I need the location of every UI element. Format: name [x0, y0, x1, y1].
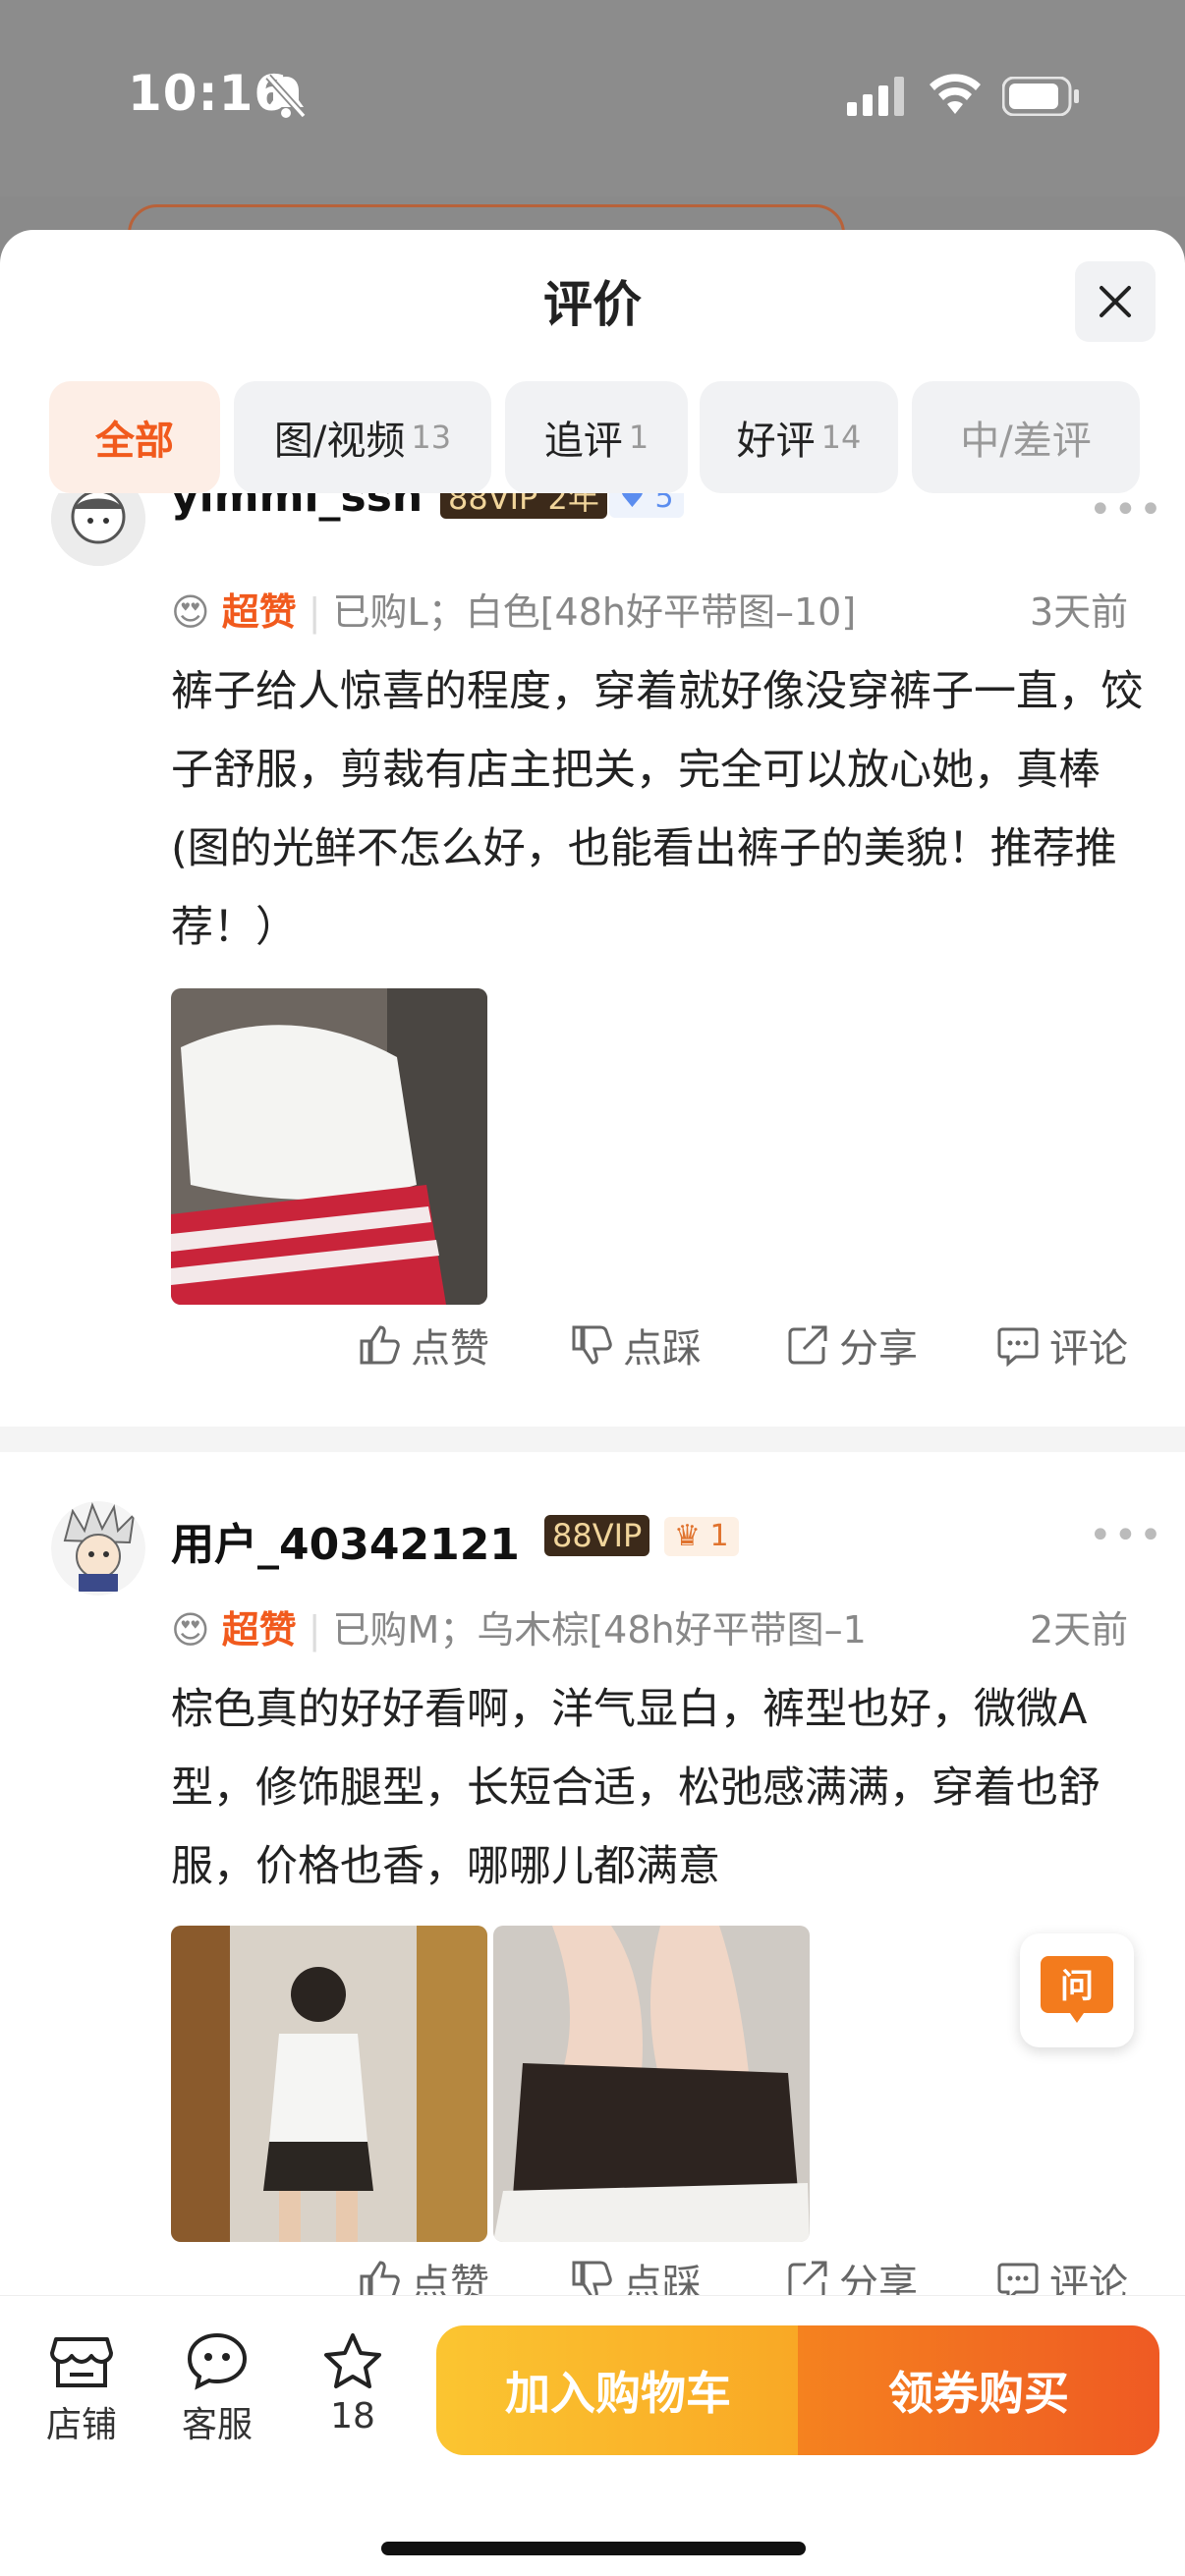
store-icon	[50, 2337, 113, 2387]
vip-label: 88VIP	[448, 493, 538, 517]
question-bubble-icon: 问	[1041, 1956, 1113, 2023]
review-text: 棕色真的好好看啊，洋气显白，裤型也好，微微A型，修饰腿型，长短合适，松弛感满满，…	[171, 1685, 1100, 1891]
like-button[interactable]: 点赞	[358, 1316, 489, 1373]
separator: |	[308, 1608, 321, 1652]
review-photo[interactable]	[493, 1926, 810, 2242]
vip-badge: 88VIP	[544, 1515, 650, 1556]
star-icon	[324, 2333, 381, 2388]
share-label: 分享	[839, 1326, 918, 1372]
dislike-button[interactable]: 点踩	[570, 1316, 702, 1373]
review-time: 2天前	[1030, 1608, 1129, 1652]
purchase-info: 已购M；乌木棕[48h好平带图–1	[332, 1608, 867, 1652]
rating-badge: 超赞	[221, 590, 297, 634]
more-options-icon[interactable]: •••	[1089, 493, 1164, 532]
service-label: 客服	[181, 2405, 253, 2445]
heart-eyes-emoji-icon: 😍	[171, 590, 210, 634]
tab-all[interactable]: 全部	[49, 381, 220, 493]
sheet-title: 评价	[543, 276, 642, 333]
silent-bell-icon	[263, 73, 309, 124]
tab-count: 14	[820, 419, 862, 456]
status-bar: 10:16	[0, 0, 1185, 196]
ask-label: 问	[1060, 1967, 1094, 2006]
tab-label: 全部	[95, 419, 174, 464]
add-to-cart-button[interactable]: 加入购物车	[436, 2325, 800, 2455]
bottom-action-bar: 店铺 客服 18 加入购物车 领券购买	[0, 2295, 1185, 2576]
coupon-buy-button[interactable]: 领券购买	[798, 2325, 1159, 2455]
review-meta: 😍 超赞 | 已购M；乌木棕[48h好平带图–1	[171, 1599, 867, 1653]
avatar[interactable]	[51, 1501, 145, 1596]
level-value: 1	[709, 1519, 729, 1553]
dislike-label: 点踩	[623, 1326, 702, 1372]
tab-photo-video[interactable]: 图/视频 13	[234, 381, 491, 493]
favorite-count: 18	[330, 2396, 375, 2436]
share-button[interactable]: 分享	[786, 1316, 918, 1373]
close-button[interactable]	[1075, 261, 1156, 342]
level-badge: ♥ 5	[609, 493, 684, 518]
tab-label: 好评	[736, 419, 816, 464]
like-label: 点赞	[411, 1326, 489, 1372]
thumbs-up-icon	[360, 1325, 400, 1365]
vip-years: 2年	[547, 493, 599, 517]
more-options-icon[interactable]: •••	[1089, 1513, 1164, 1558]
share-icon	[788, 1325, 827, 1365]
wifi-icon	[928, 71, 983, 118]
comment-button[interactable]: 评论	[996, 1316, 1128, 1373]
home-indicator	[381, 2542, 806, 2555]
level-value: 5	[654, 493, 674, 515]
tab-label: 中/差评	[960, 419, 1092, 464]
review-meta: 😍 超赞 | 已购L；白色[48h好平带图–10]	[171, 582, 856, 636]
chat-face-icon	[187, 2332, 248, 2390]
review-sheet: 评价 全部 图/视频 13 追评 1 好评 14 中/差评 yimmi_ssn 88V…	[0, 230, 1185, 2576]
review-text: 裤子给人惊喜的程度，穿着就好像没穿裤子一直，饺子舒服，剪裁有店主把关，完全可以放…	[171, 667, 1143, 952]
battery-icon	[1001, 76, 1081, 120]
review-username[interactable]: yimmi_ssn	[171, 493, 423, 522]
customer-service-button[interactable]: 客服	[163, 2331, 271, 2447]
separator: |	[308, 590, 321, 634]
review-time: 3天前	[1030, 590, 1129, 634]
thumbs-down-icon	[572, 1325, 612, 1365]
avatar[interactable]	[51, 493, 145, 566]
tab-label: 图/视频	[273, 419, 406, 464]
level-badge: ♛ 1	[664, 1517, 739, 1556]
shop-button[interactable]: 店铺	[28, 2331, 136, 2447]
heart-eyes-emoji-icon: 😍	[171, 1608, 210, 1652]
rating-badge: 超赞	[221, 1608, 297, 1652]
comment-label: 评论	[1049, 1326, 1128, 1372]
tab-label: 追评	[543, 419, 623, 464]
review-photo[interactable]	[171, 1926, 487, 2242]
tab-follow-up[interactable]: 追评 1	[505, 381, 688, 493]
favorite-button[interactable]: 18	[299, 2331, 407, 2436]
comment-icon	[997, 1327, 1039, 1367]
purchase-info: 已购L；白色[48h好平带图–10]	[332, 590, 857, 634]
close-icon	[1100, 286, 1131, 317]
vip-badge: 88VIP 2年	[440, 493, 607, 519]
cellular-signal-icon	[847, 77, 906, 120]
review-list[interactable]: yimmi_ssn 88VIP 2年 ♥ 5 ••• 😍 超赞 | 已购L；白色[4…	[0, 493, 1185, 2360]
tab-neutral-negative[interactable]: 中/差评	[912, 381, 1140, 493]
tab-count: 1	[628, 419, 649, 456]
ask-question-button[interactable]: 问	[1020, 1933, 1134, 2047]
shop-label: 店铺	[45, 2405, 117, 2445]
review-photo[interactable]	[171, 988, 487, 1305]
tab-count: 13	[411, 419, 452, 456]
review-username[interactable]: 用户_40342121	[171, 1509, 520, 1572]
tab-positive[interactable]: 好评 14	[700, 381, 898, 493]
review-divider	[0, 1427, 1185, 1452]
